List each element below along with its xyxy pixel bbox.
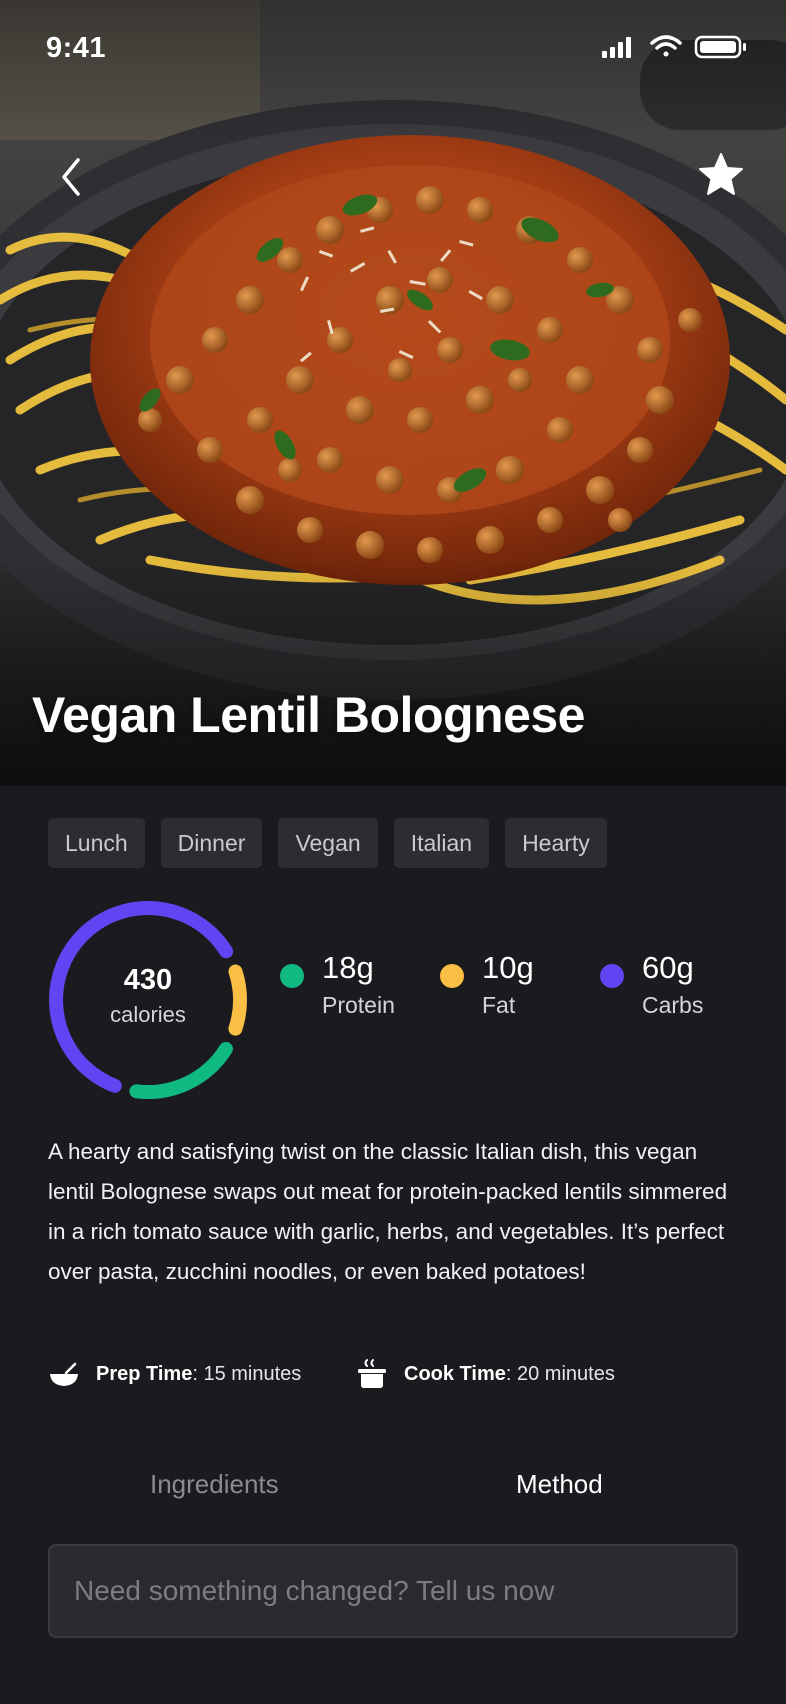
status-time: 9:41 — [46, 32, 107, 64]
protein-dot — [280, 964, 304, 988]
tag-vegan[interactable]: Vegan — [278, 818, 378, 868]
prep-time-text: Prep Time: 15 minutes — [96, 1356, 301, 1392]
recipe-details: Lunch Dinner Vegan Italian Hearty 430 ca… — [0, 786, 786, 1704]
back-button[interactable] — [52, 152, 92, 202]
protein-amount: 18g — [322, 950, 374, 985]
time-info: Prep Time: 15 minutes Cook Time: 20 minu… — [48, 1356, 748, 1392]
tag-hearty[interactable]: Hearty — [505, 818, 607, 868]
prep-time-value: : 15 minutes — [192, 1363, 302, 1385]
fat-ring-segment — [49, 901, 247, 1099]
fat-label: Fat — [482, 992, 516, 1018]
favorite-button[interactable] — [696, 150, 746, 200]
recipe-title: Vegan Lentil Bolognese — [32, 687, 586, 743]
chevron-left-icon — [62, 158, 80, 196]
carbs-ring-segment — [49, 901, 247, 1099]
calorie-ring: 430 calories — [46, 898, 250, 1102]
wifi-icon — [650, 35, 682, 57]
macro-ring-chart — [49, 901, 247, 1099]
recipe-tabs: Ingredients Method — [0, 1464, 786, 1524]
star-icon — [699, 153, 743, 195]
recipe-description: A hearty and satisfying twist on the cla… — [48, 1139, 728, 1284]
status-icons — [602, 35, 746, 59]
tag-italian[interactable]: Italian — [393, 818, 490, 868]
hero-image: 9:41 Vegan Lentil Bolognese — [0, 0, 786, 786]
status-bar: 9:41 — [0, 0, 786, 100]
bowl-icon — [50, 1362, 78, 1386]
cook-time-text: Cook Time: 20 minutes — [404, 1356, 615, 1392]
tab-ingredients[interactable]: Ingredients — [150, 1464, 279, 1504]
calorie-value: 430 — [123, 964, 173, 996]
tag-list: Lunch Dinner Vegan Italian Hearty — [48, 818, 607, 868]
feedback-input[interactable] — [48, 1544, 738, 1638]
protein-label: Protein — [322, 992, 395, 1018]
cook-time-label: Cook Time — [404, 1363, 506, 1385]
fat-dot — [440, 964, 464, 988]
battery-icon — [694, 35, 746, 59]
tag-dinner[interactable]: Dinner — [160, 818, 263, 868]
prep-time-label: Prep Time — [96, 1363, 193, 1385]
signal-icon — [602, 37, 631, 58]
tag-lunch[interactable]: Lunch — [48, 818, 145, 868]
protein-ring-segment — [49, 901, 247, 1099]
cook-time-value: : 20 minutes — [505, 1363, 615, 1385]
fat-amount: 10g — [482, 950, 534, 985]
calorie-label: calories — [110, 1002, 186, 1027]
carbs-dot — [600, 964, 624, 988]
tab-method[interactable]: Method — [516, 1464, 603, 1504]
bolognese-dish-illustration — [0, 0, 786, 786]
carbs-label: Carbs — [642, 992, 704, 1018]
steaming-pot-icon — [358, 1359, 386, 1388]
carbs-amount: 60g — [642, 950, 694, 985]
